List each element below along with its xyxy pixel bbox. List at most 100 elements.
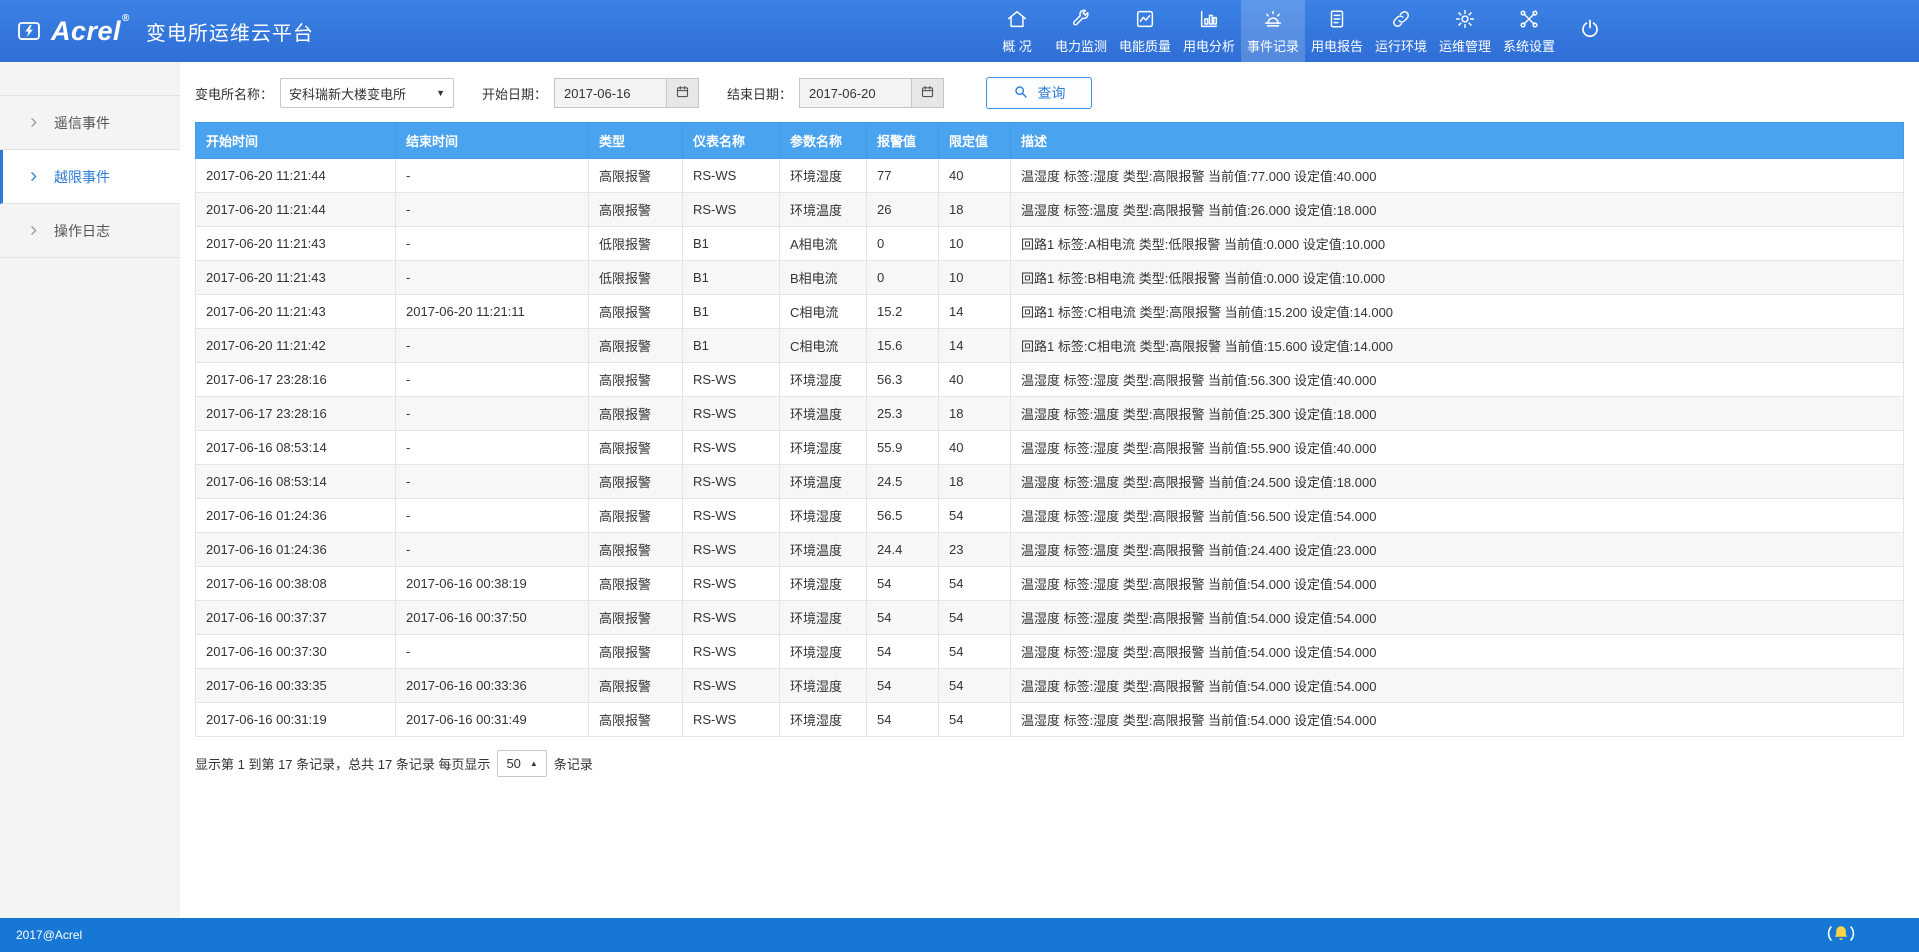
start-date-group	[554, 78, 699, 108]
table-row: 2017-06-17 23:28:16 - 高限报警 RS-WS 环境湿度 56…	[196, 363, 1904, 397]
table-row: 2017-06-16 00:31:19 2017-06-16 00:31:49 …	[196, 703, 1904, 737]
cell-start-time: 2017-06-16 00:33:35	[196, 669, 396, 703]
registered-mark: ®	[122, 13, 130, 24]
cell-instrument-name: RS-WS	[683, 669, 780, 703]
sidebar: 遥信事件 越限事件 操作日志	[0, 62, 180, 918]
cell-start-time: 2017-06-20 11:21:43	[196, 227, 396, 261]
cell-end-time: -	[396, 227, 589, 261]
cell-end-time: -	[396, 465, 589, 499]
table-row: 2017-06-16 08:53:14 - 高限报警 RS-WS 环境湿度 55…	[196, 431, 1904, 465]
cell-limit-value: 54	[939, 669, 1011, 703]
cell-start-time: 2017-06-20 11:21:44	[196, 193, 396, 227]
cell-alarm-value: 0	[867, 261, 939, 295]
cell-end-time: -	[396, 499, 589, 533]
table-header-cell: 类型	[589, 123, 683, 159]
table-row: 2017-06-16 08:53:14 - 高限报警 RS-WS 环境温度 24…	[196, 465, 1904, 499]
cell-description: 温湿度 标签:湿度 类型:高限报警 当前值:56.300 设定值:40.000	[1011, 363, 1904, 397]
home-icon	[1006, 7, 1028, 31]
cell-parameter-name: 环境温度	[780, 397, 867, 431]
main-area: 遥信事件 越限事件 操作日志 变电所名称： 安科瑞新大楼变电所 ▼	[0, 62, 1919, 918]
nav-item-electricity-report[interactable]: 用电报告	[1305, 0, 1369, 62]
sidebar-item-operation-log[interactable]: 操作日志	[0, 204, 180, 258]
nav-item-event-records[interactable]: 事件记录	[1241, 0, 1305, 62]
nav-label: 事件记录	[1247, 36, 1299, 55]
cell-type: 低限报警	[589, 261, 683, 295]
cell-limit-value: 54	[939, 635, 1011, 669]
cell-instrument-name: RS-WS	[683, 465, 780, 499]
nav-item-power-monitoring[interactable]: 电力监测	[1049, 0, 1113, 62]
end-date-input[interactable]	[799, 78, 911, 108]
cell-start-time: 2017-06-16 00:31:19	[196, 703, 396, 737]
cell-alarm-value: 25.3	[867, 397, 939, 431]
cell-parameter-name: 环境湿度	[780, 431, 867, 465]
cell-description: 温湿度 标签:温度 类型:高限报警 当前值:25.300 设定值:18.000	[1011, 397, 1904, 431]
table-row: 2017-06-16 01:24:36 - 高限报警 RS-WS 环境温度 24…	[196, 533, 1904, 567]
cell-instrument-name: RS-WS	[683, 397, 780, 431]
nav-item-overview[interactable]: 概 况	[985, 0, 1049, 62]
cell-parameter-name: 环境湿度	[780, 363, 867, 397]
cell-instrument-name: RS-WS	[683, 601, 780, 635]
cell-end-time: -	[396, 159, 589, 193]
cell-alarm-value: 54	[867, 669, 939, 703]
nav-label: 系统设置	[1503, 36, 1555, 55]
cell-instrument-name: RS-WS	[683, 567, 780, 601]
start-date-label: 开始日期：	[482, 84, 547, 103]
cell-instrument-name: B1	[683, 261, 780, 295]
nav-item-maintenance-management[interactable]: 运维管理	[1433, 0, 1497, 62]
cell-type: 高限报警	[589, 669, 683, 703]
cell-start-time: 2017-06-20 11:21:43	[196, 295, 396, 329]
nav-item-power-quality[interactable]: 电能质量	[1113, 0, 1177, 62]
nav-item-operating-environment[interactable]: 运行环境	[1369, 0, 1433, 62]
table-header-cell: 仪表名称	[683, 123, 780, 159]
cell-start-time: 2017-06-20 11:21:42	[196, 329, 396, 363]
cell-end-time: -	[396, 363, 589, 397]
table-row: 2017-06-17 23:28:16 - 高限报警 RS-WS 环境温度 25…	[196, 397, 1904, 431]
chevron-right-icon	[27, 116, 40, 129]
start-date-calendar-button[interactable]	[666, 78, 699, 108]
cell-start-time: 2017-06-16 08:53:14	[196, 431, 396, 465]
cell-type: 高限报警	[589, 601, 683, 635]
chevron-right-icon	[27, 224, 40, 237]
cell-parameter-name: 环境湿度	[780, 499, 867, 533]
cell-limit-value: 14	[939, 295, 1011, 329]
cell-start-time: 2017-06-20 11:21:43	[196, 261, 396, 295]
cell-parameter-name: 环境温度	[780, 533, 867, 567]
cell-type: 高限报警	[589, 635, 683, 669]
cell-description: 温湿度 标签:湿度 类型:高限报警 当前值:54.000 设定值:54.000	[1011, 703, 1904, 737]
nav-item-electricity-analysis[interactable]: 用电分析	[1177, 0, 1241, 62]
cell-type: 高限报警	[589, 533, 683, 567]
bottom-footer: 2017@Acrel	[0, 918, 1919, 952]
cell-start-time: 2017-06-20 11:21:44	[196, 159, 396, 193]
cell-start-time: 2017-06-16 01:24:36	[196, 533, 396, 567]
page-size-select[interactable]: 50 ▲	[497, 750, 546, 777]
cell-alarm-value: 26	[867, 193, 939, 227]
cell-start-time: 2017-06-16 00:38:08	[196, 567, 396, 601]
start-date-input[interactable]	[554, 78, 666, 108]
nav-label: 运维管理	[1439, 36, 1491, 55]
substation-select[interactable]: 安科瑞新大楼变电所 ▼	[280, 78, 454, 108]
sidebar-item-limit-violation-events[interactable]: 越限事件	[0, 150, 180, 204]
sidebar-item-remote-signal-events[interactable]: 遥信事件	[0, 96, 180, 150]
cell-alarm-value: 54	[867, 601, 939, 635]
pagination-bar: 显示第 1 到第 17 条记录，总共 17 条记录 每页显示 50 ▲ 条记录	[195, 750, 1904, 777]
cell-type: 高限报警	[589, 431, 683, 465]
alarm-notification-button[interactable]	[1825, 922, 1857, 949]
table-header-cell: 结束时间	[396, 123, 589, 159]
cell-description: 回路1 标签:C相电流 类型:高限报警 当前值:15.600 设定值:14.00…	[1011, 329, 1904, 363]
query-button[interactable]: 查询	[986, 77, 1092, 109]
cell-parameter-name: 环境湿度	[780, 635, 867, 669]
table-row: 2017-06-16 00:37:30 - 高限报警 RS-WS 环境湿度 54…	[196, 635, 1904, 669]
cell-limit-value: 23	[939, 533, 1011, 567]
end-date-calendar-button[interactable]	[911, 78, 944, 108]
cell-limit-value: 18	[939, 465, 1011, 499]
cell-start-time: 2017-06-17 23:28:16	[196, 363, 396, 397]
copyright-text: 2017@Acrel	[16, 928, 82, 942]
table-row: 2017-06-20 11:21:44 - 高限报警 RS-WS 环境温度 26…	[196, 193, 1904, 227]
bell-icon	[1825, 922, 1857, 949]
cell-start-time: 2017-06-16 01:24:36	[196, 499, 396, 533]
cell-end-time: -	[396, 533, 589, 567]
cell-instrument-name: B1	[683, 329, 780, 363]
logout-power-button[interactable]	[1561, 0, 1619, 62]
nav-item-system-settings[interactable]: 系统设置	[1497, 0, 1561, 62]
bar-chart-icon	[1198, 7, 1220, 31]
